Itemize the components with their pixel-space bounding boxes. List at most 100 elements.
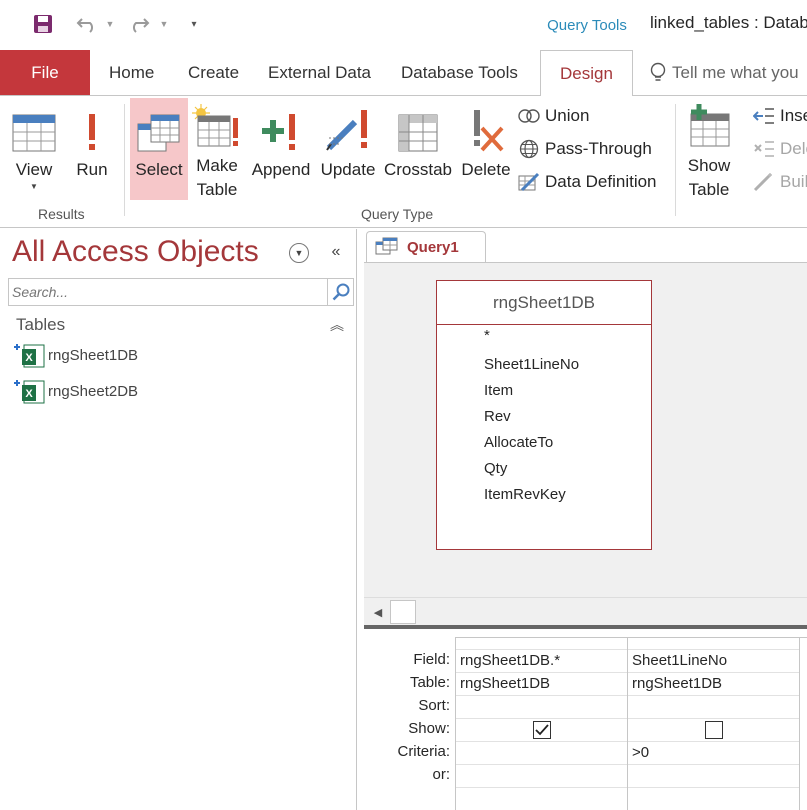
- tab-create[interactable]: Create: [188, 50, 239, 95]
- tab-database-tools[interactable]: Database Tools: [401, 50, 518, 95]
- or-cell[interactable]: [456, 765, 627, 788]
- query-type-group-label: Query Type: [361, 206, 434, 222]
- linked-excel-table-icon: X: [12, 342, 46, 368]
- document-tab-strip: Query1: [358, 229, 807, 263]
- grid-row-label-criteria: Criteria:: [397, 743, 450, 760]
- horizontal-scrollbar[interactable]: ◀: [364, 597, 807, 625]
- group-separator: [675, 104, 676, 216]
- column-selector[interactable]: [628, 638, 799, 650]
- shutter-bar-collapse-icon[interactable]: «: [326, 241, 346, 263]
- collapse-group-icon: ︽: [330, 317, 344, 333]
- append-query-button[interactable]: Append: [248, 102, 314, 202]
- field-list-title[interactable]: rngSheet1DB: [437, 281, 651, 325]
- results-group-label: Results: [38, 206, 85, 222]
- redo-dropdown-icon[interactable]: ▼: [157, 10, 171, 38]
- field-list-rngsheet1db[interactable]: rngSheet1DB * Sheet1LineNo Item Rev Allo…: [436, 280, 652, 550]
- pass-through-button[interactable]: Pass-Through: [517, 135, 652, 163]
- svg-text:X: X: [25, 388, 33, 400]
- nav-item-table[interactable]: X rngSheet1DB: [12, 341, 342, 369]
- sort-cell[interactable]: [628, 696, 799, 719]
- run-button[interactable]: Run: [70, 102, 114, 202]
- nav-search-input[interactable]: [9, 279, 327, 305]
- data-definition-icon: [517, 171, 541, 193]
- title-bar: ▼ ▼ ▾ Query Tools linked_tables : Datab: [0, 0, 807, 50]
- show-table-button[interactable]: Show Table: [682, 102, 736, 202]
- nav-pane-menu-button[interactable]: ▼: [289, 243, 309, 263]
- update-query-button[interactable]: Update: [318, 102, 378, 202]
- group-separator: [124, 104, 125, 216]
- exclamation-icon: [84, 102, 100, 152]
- ribbon: View ▼ Run Results Select Make Table Appe…: [0, 95, 807, 228]
- search-icon[interactable]: [327, 279, 353, 305]
- query-icon: [375, 237, 399, 259]
- grid-row-label-or: or:: [432, 766, 450, 783]
- customize-qat-icon[interactable]: ▾: [186, 10, 202, 38]
- append-icon: [261, 102, 301, 152]
- builder-button[interactable]: Buil: [752, 168, 807, 196]
- query-design-grid: Field: Table: Sort: Show: Criteria: or: …: [364, 629, 807, 810]
- lightbulb-icon: [650, 62, 666, 84]
- field-list-item[interactable]: AllocateTo: [484, 434, 553, 451]
- query-tools-group-label: Query Tools: [541, 0, 633, 50]
- undo-dropdown-icon[interactable]: ▼: [103, 10, 117, 38]
- redo-icon[interactable]: [126, 10, 152, 38]
- builder-wand-icon: [752, 171, 776, 193]
- field-list-item[interactable]: Sheet1LineNo: [484, 356, 579, 373]
- select-query-button[interactable]: Select: [130, 98, 188, 200]
- data-definition-button[interactable]: Data Definition: [517, 168, 657, 196]
- view-button[interactable]: View ▼: [6, 102, 62, 202]
- select-query-icon: [137, 102, 181, 152]
- tab-query1[interactable]: Query1: [366, 231, 486, 263]
- table-cell[interactable]: rngSheet1DB: [628, 673, 799, 696]
- or-cell[interactable]: [628, 765, 799, 788]
- linked-excel-table-icon: X: [12, 378, 46, 404]
- insert-rows-button[interactable]: Inse: [752, 102, 807, 130]
- grid-row-label-field: Field:: [413, 651, 450, 668]
- tables-group-header[interactable]: Tables ︽: [8, 313, 348, 337]
- table-cell[interactable]: rngSheet1DB: [456, 673, 627, 696]
- svg-text:X: X: [25, 352, 33, 364]
- field-list-item[interactable]: Qty: [484, 460, 507, 477]
- grid-row-label-show: Show:: [408, 720, 450, 737]
- nav-item-table[interactable]: X rngSheet2DB: [12, 377, 342, 405]
- criteria-cell[interactable]: >0: [628, 742, 799, 765]
- delete-query-button[interactable]: Delete: [458, 102, 514, 202]
- delete-rows-button[interactable]: Dele: [752, 135, 807, 163]
- make-table-button[interactable]: Make Table: [190, 102, 244, 202]
- field-cell[interactable]: Sheet1LineNo: [628, 650, 799, 673]
- tab-file[interactable]: File: [0, 50, 90, 95]
- update-icon: [325, 102, 371, 152]
- tab-external-data[interactable]: External Data: [268, 50, 371, 95]
- save-icon[interactable]: [30, 10, 56, 38]
- window-title: linked_tables : Datab: [650, 13, 807, 32]
- datasheet-view-icon: [12, 102, 56, 152]
- show-checkbox[interactable]: [705, 721, 723, 739]
- insert-rows-icon: [752, 105, 776, 127]
- scrollbar-thumb[interactable]: [390, 600, 416, 624]
- undo-icon[interactable]: [74, 10, 100, 38]
- tell-me-box[interactable]: Tell me what you: [650, 50, 799, 95]
- globe-icon: [517, 138, 541, 160]
- field-list-item[interactable]: Rev: [484, 408, 511, 425]
- criteria-cell[interactable]: [456, 742, 627, 765]
- crosstab-icon: [398, 102, 438, 152]
- sort-cell[interactable]: [456, 696, 627, 719]
- tell-me-text: Tell me what you: [672, 62, 799, 82]
- scroll-left-icon[interactable]: ◀: [368, 601, 388, 623]
- tab-design[interactable]: Design: [540, 50, 633, 96]
- field-cell[interactable]: rngSheet1DB.*: [456, 650, 627, 673]
- grid-column: rngSheet1DB.* rngSheet1DB: [456, 638, 628, 810]
- crosstab-query-button[interactable]: Crosstab: [382, 102, 454, 202]
- field-list-item[interactable]: Item: [484, 382, 513, 399]
- field-list-item[interactable]: ItemRevKey: [484, 486, 566, 503]
- ribbon-tab-bar: File Home Create External Data Database …: [0, 50, 807, 96]
- make-table-icon: [192, 102, 242, 148]
- union-button[interactable]: Union: [517, 102, 589, 130]
- tab-home[interactable]: Home: [109, 50, 154, 95]
- column-selector[interactable]: [456, 638, 627, 650]
- nav-pane-title[interactable]: All Access Objects: [12, 235, 259, 269]
- show-checkbox[interactable]: [533, 721, 551, 739]
- grid-column: Sheet1LineNo rngSheet1DB >0: [628, 638, 800, 810]
- delete-rows-icon: [752, 138, 776, 160]
- field-list-item[interactable]: *: [484, 327, 490, 344]
